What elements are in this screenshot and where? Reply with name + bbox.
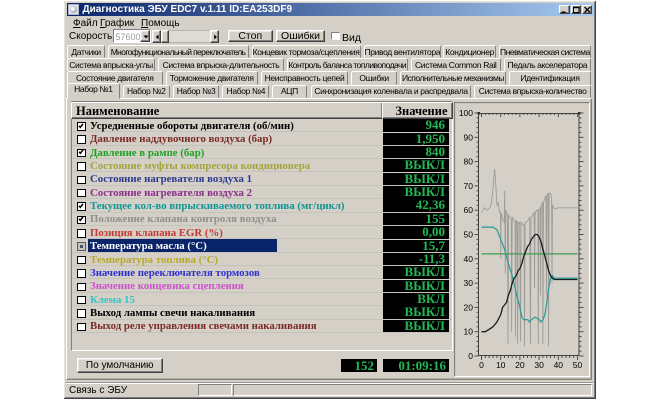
svg-text:100: 100 bbox=[459, 108, 473, 118]
svg-text:60: 60 bbox=[464, 205, 474, 215]
svg-text:40: 40 bbox=[554, 360, 564, 370]
svg-text:90: 90 bbox=[464, 132, 474, 142]
svg-text:20: 20 bbox=[515, 360, 525, 370]
svg-text:20: 20 bbox=[464, 302, 474, 312]
svg-text:50: 50 bbox=[464, 230, 474, 240]
svg-text:50: 50 bbox=[573, 360, 583, 370]
svg-text:30: 30 bbox=[464, 278, 474, 288]
svg-text:0: 0 bbox=[468, 351, 473, 361]
svg-text:30: 30 bbox=[534, 360, 544, 370]
svg-text:40: 40 bbox=[464, 254, 474, 264]
svg-text:10: 10 bbox=[496, 360, 506, 370]
svg-text:0: 0 bbox=[479, 360, 484, 370]
svg-text:80: 80 bbox=[464, 157, 474, 167]
svg-text:70: 70 bbox=[464, 181, 474, 191]
svg-text:10: 10 bbox=[464, 327, 474, 337]
